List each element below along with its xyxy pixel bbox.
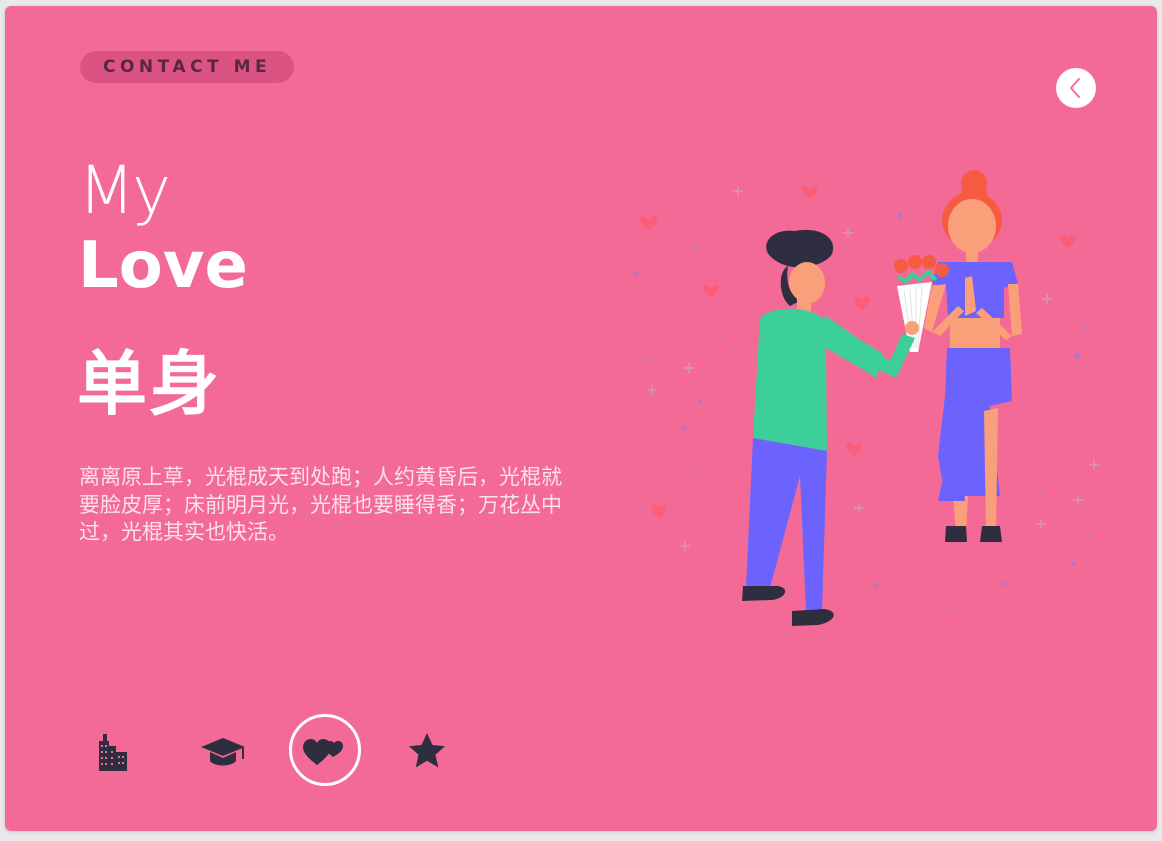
tab-favorites[interactable] (391, 714, 463, 786)
graduation-cap-icon (201, 738, 245, 766)
tab-city[interactable] (85, 714, 157, 786)
couple-illustration (633, 170, 1099, 626)
man-figure (742, 229, 919, 626)
back-button[interactable] (1056, 68, 1096, 108)
description-text: 离离原上草，光棍成天到处跑；人约黄昏后，光棍就要脸皮厚；床前明月光，光棍也要睡得… (79, 465, 562, 544)
city-icon (99, 734, 127, 771)
woman-figure (924, 170, 1022, 542)
star-icon (409, 733, 445, 768)
hearts-icon (303, 739, 343, 765)
tab-education[interactable] (187, 714, 259, 786)
title-line-love: Love (78, 229, 248, 303)
title-line-my: My (78, 152, 171, 229)
sparkle-dots (633, 213, 1090, 610)
chevron-left-icon (1070, 78, 1080, 98)
contact-me-button[interactable]: CONTACT ME (80, 51, 295, 83)
profile-card: CONTACT ME My Love 单身 离离原上草，光棍成天到处跑；人约黄昏… (5, 6, 1157, 831)
tab-love[interactable] (289, 714, 361, 786)
contact-me-label: CONTACT ME (103, 57, 272, 77)
title-chinese: 单身 (77, 343, 221, 425)
